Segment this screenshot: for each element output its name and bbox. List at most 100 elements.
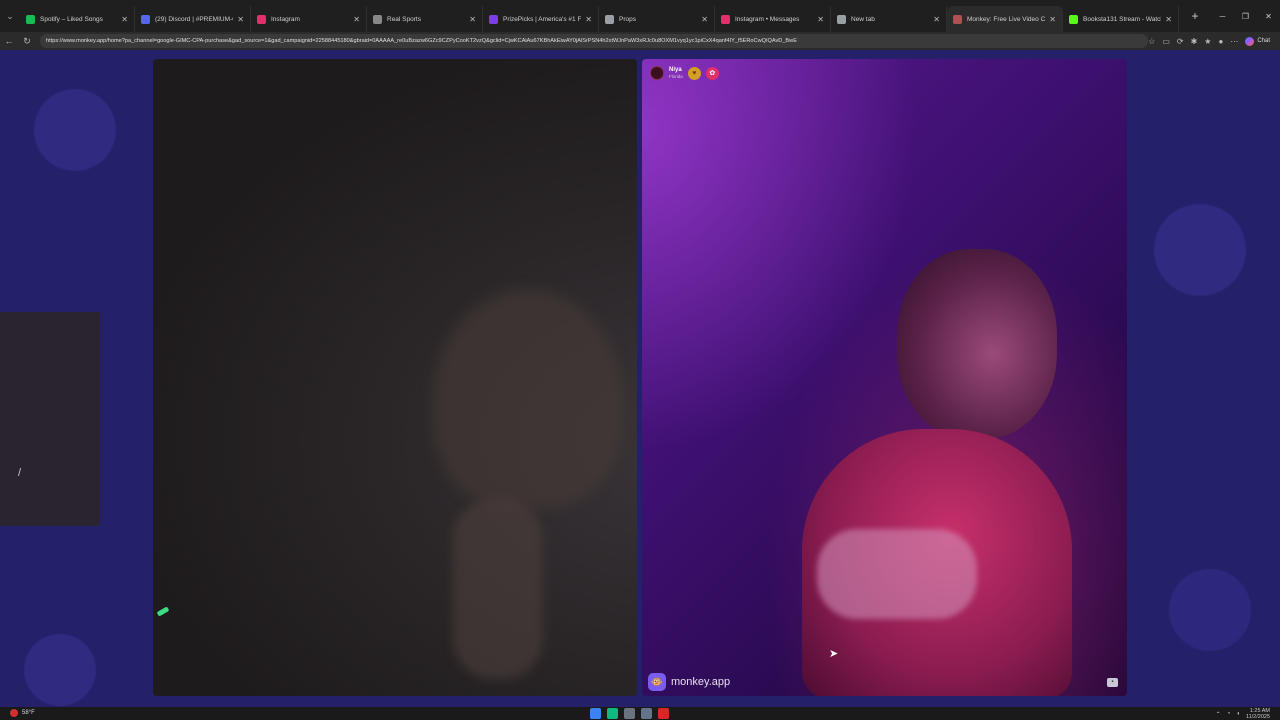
brand-watermark: 🐵 monkey.app [648, 673, 730, 691]
tab-title: Instagram [271, 15, 300, 23]
tab-list: Spotify – Liked Songs ✕ (29) Discord | #PR… [20, 0, 1179, 32]
heart-icon[interactable]: ♥ [687, 66, 701, 80]
toolbar-actions: ☆ ▭ ⟳ ✱ ★ ● ⋯ Chat [1148, 32, 1270, 50]
tab-favicon-icon [373, 14, 382, 24]
edge-icon[interactable] [607, 708, 618, 719]
tab-title: (29) Discord | #PREMIUM-CHAT [155, 15, 233, 23]
browser-tab[interactable]: Booksta131 Stream - Watch Live ✕ [1063, 6, 1179, 32]
tab-search-icon[interactable]: ⌄ [0, 0, 20, 32]
browser-tab[interactable]: Real Sports ✕ [367, 6, 483, 32]
app-icon[interactable] [641, 708, 652, 719]
tab-close-icon[interactable]: ✕ [701, 15, 708, 24]
browser-tab[interactable]: Monkey: Free Live Video Chat✕ [947, 6, 1063, 32]
refresh-page-icon[interactable]: ⟳ [1177, 37, 1184, 46]
favorites-icon[interactable]: ★ [1204, 37, 1211, 46]
url-text: https://www.monkey.app/home?pa_channel=g… [46, 38, 797, 44]
system-tray: ⌃ ◔ ◖ 1:25 AM 11/2/2025 [1216, 708, 1270, 720]
tab-title: Spotify – Liked Songs [40, 15, 103, 23]
browser-tab[interactable]: New tab ✕ [831, 6, 947, 32]
monkey-logo-icon: 🐵 [648, 673, 666, 691]
stranger-info: Niya Florida [669, 67, 683, 80]
start-icon[interactable] [590, 708, 601, 719]
stranger-avatar[interactable] [650, 66, 664, 80]
more-menu-icon[interactable]: ⋯ [1230, 37, 1238, 46]
tab-favicon-icon [257, 14, 266, 24]
tab-close-icon[interactable]: ✕ [121, 15, 128, 24]
browser-tab[interactable]: PrizePicks | America's #1 Fantasy✕ [483, 6, 599, 32]
side-panel: / [0, 312, 100, 526]
close-window-icon[interactable]: ✕ [1257, 0, 1280, 32]
weather-temp: 58°F [22, 710, 35, 716]
bookmark-star-icon[interactable]: ☆ [1148, 37, 1155, 46]
tab-close-icon[interactable]: ✕ [353, 15, 360, 24]
browser-tab[interactable]: Props ✕ [599, 6, 715, 32]
weather-icon [10, 709, 18, 717]
tab-title: Booksta131 Stream - Watch Live [1083, 15, 1161, 23]
profile-icon[interactable]: ● [1218, 37, 1223, 46]
chat-label: Chat [1257, 38, 1270, 44]
tab-close-icon[interactable]: ✕ [585, 15, 592, 24]
tab-close-icon[interactable]: ✕ [1049, 15, 1056, 24]
tab-close-icon[interactable]: ✕ [817, 15, 824, 24]
browser-toolbar: ← ↻ https://www.monkey.app/home?pa_chann… [0, 32, 1280, 50]
tab-close-icon[interactable]: ✕ [469, 15, 476, 24]
tray-chevron-icon[interactable]: ⌃ [1216, 711, 1221, 718]
new-tab-button[interactable]: + [1185, 9, 1205, 23]
recording-app-icon[interactable] [658, 708, 669, 719]
tab-title: Real Sports [387, 15, 421, 23]
tab-favicon-icon [837, 14, 846, 24]
copilot-icon [1245, 36, 1255, 46]
self-hand [453, 499, 543, 679]
mouse-cursor-icon: ➤ [829, 648, 839, 660]
tab-favicon-icon [1069, 14, 1078, 24]
browser-tab[interactable]: Instagram • Messages ✕ [715, 6, 831, 32]
network-icon[interactable]: ◔ [1227, 711, 1231, 717]
self-person [433, 289, 623, 509]
restore-icon[interactable]: ❐ [1234, 0, 1257, 32]
back-icon[interactable]: ← [0, 36, 18, 46]
tab-title: PrizePicks | America's #1 Fantasy [503, 15, 582, 23]
gift-icon[interactable]: ✿ [705, 66, 719, 80]
tab-title: Props [619, 15, 636, 23]
stranger-location: Florida [669, 73, 683, 79]
tab-close-icon[interactable]: ✕ [1165, 15, 1172, 24]
reload-icon[interactable]: ↻ [18, 36, 36, 47]
browser-tab[interactable]: (29) Discord | #PREMIUM-CHAT ✕ [135, 6, 251, 32]
window-controls: ─ ❐ ✕ [1211, 0, 1280, 32]
tab-title: Monkey: Free Live Video Chat [967, 15, 1046, 23]
store-icon[interactable] [624, 708, 635, 719]
stranger-head [897, 249, 1057, 439]
tab-title: Instagram • Messages [735, 15, 800, 23]
clock-date: 11/2/2025 [1245, 714, 1270, 720]
self-video-feed [153, 59, 637, 696]
extensions-icon[interactable]: ✱ [1191, 37, 1198, 46]
split-view-icon[interactable]: ▭ [1162, 37, 1170, 46]
side-panel-mark: / [18, 467, 22, 479]
stranger-name: Niya [669, 66, 682, 73]
browser-tab[interactable]: Spotify – Liked Songs ✕ [20, 6, 135, 32]
tab-favicon-icon [141, 14, 150, 24]
minimize-icon[interactable]: ─ [1211, 0, 1234, 32]
tab-close-icon[interactable]: ✕ [933, 15, 940, 24]
brand-text: monkey.app [671, 676, 731, 688]
report-icon[interactable]: ▪ [1107, 678, 1118, 687]
volume-icon[interactable]: ◖ [1236, 711, 1240, 717]
tab-favicon-icon [26, 14, 35, 24]
address-bar[interactable]: https://www.monkey.app/home?pa_channel=g… [40, 34, 1148, 48]
clock[interactable]: 1:25 AM 11/2/2025 [1246, 708, 1270, 720]
taskbar-apps [590, 708, 669, 719]
tab-favicon-icon [605, 14, 614, 24]
weather-widget[interactable]: 58°F [10, 709, 35, 717]
tab-close-icon[interactable]: ✕ [237, 15, 244, 24]
tab-title: New tab [851, 15, 875, 23]
windows-taskbar: 58°F ⌃ ◔ ◖ 1:25 AM 11/2/2025 [0, 707, 1280, 720]
tab-favicon-icon [489, 14, 498, 24]
browser-tab-strip: ⌄ Spotify – Liked Songs ✕ (29) Discord | #… [0, 0, 1280, 32]
tab-favicon-icon [953, 14, 962, 24]
copilot-chat-button[interactable]: Chat [1245, 36, 1270, 46]
browser-tab[interactable]: Instagram ✕ [251, 6, 367, 32]
stranger-hands [817, 529, 977, 619]
stranger-video-feed: Niya Florida ♥ ✿ 🐵 monkey.app ▪ [642, 59, 1127, 696]
tab-favicon-icon [721, 14, 730, 24]
stranger-profile[interactable]: Niya Florida ♥ ✿ [650, 66, 719, 80]
